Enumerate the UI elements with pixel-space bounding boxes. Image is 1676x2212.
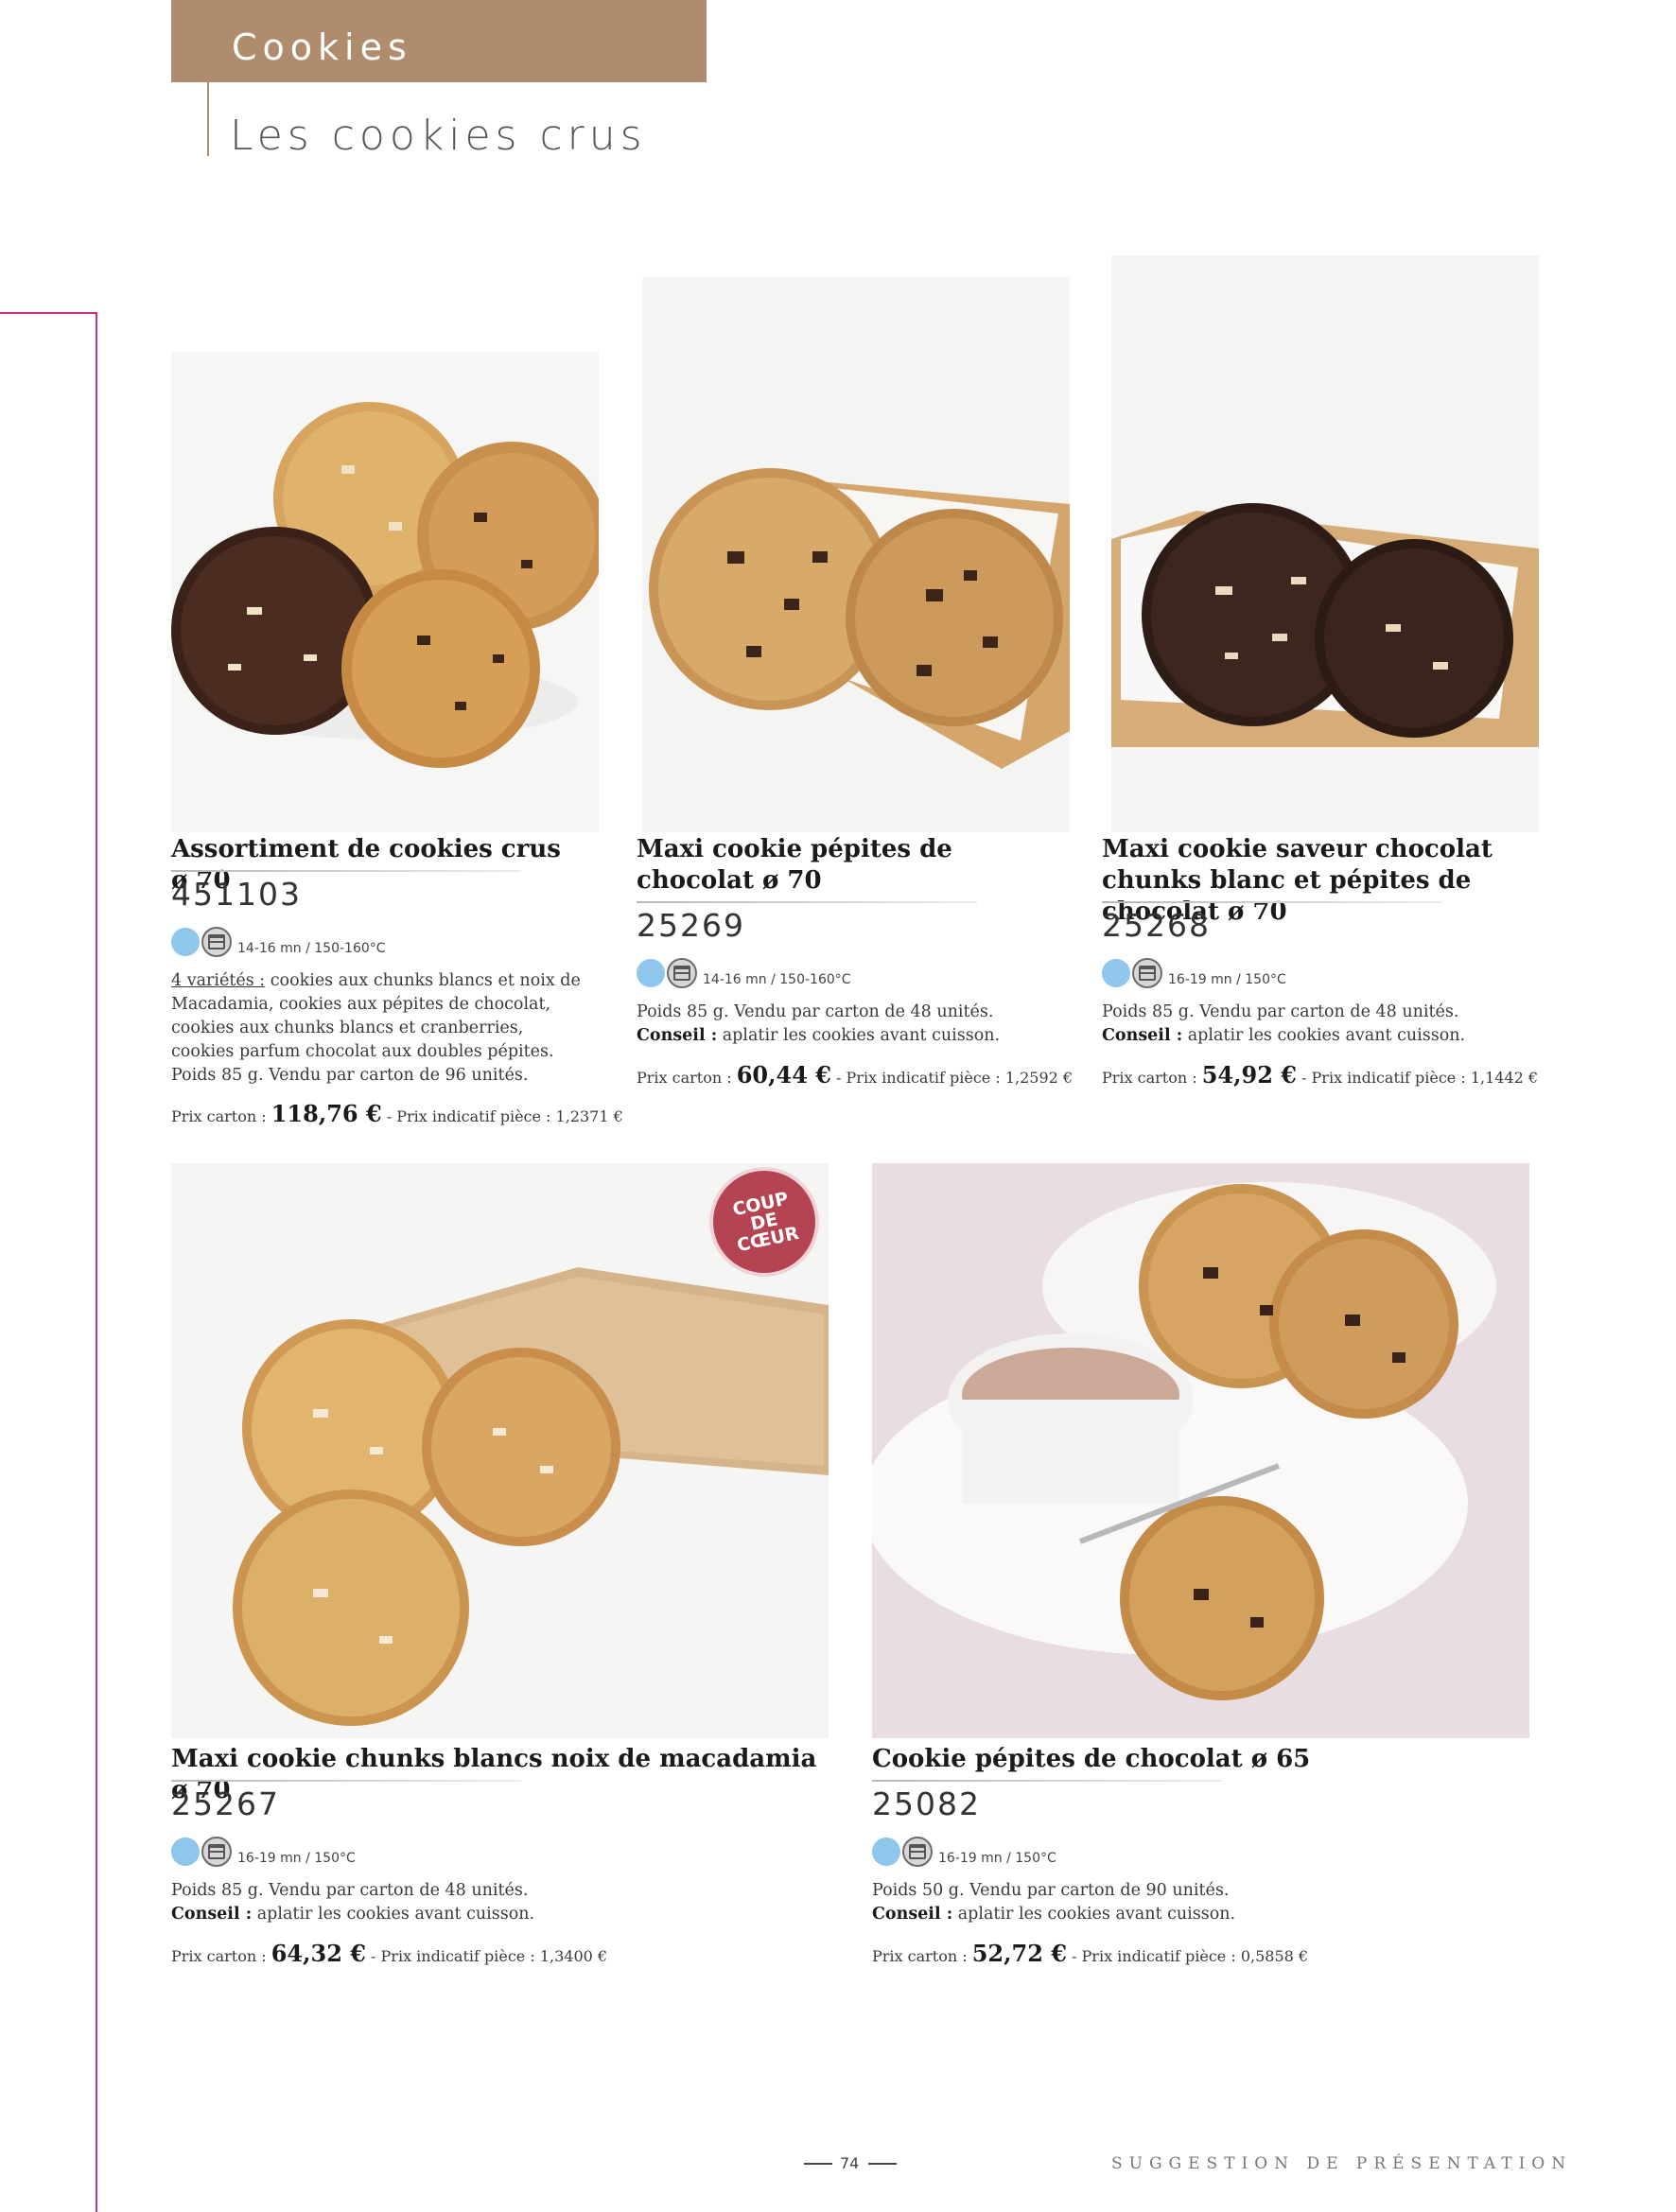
section-title: Cookies [232, 26, 412, 68]
price-label: Prix carton : [637, 1069, 732, 1087]
bake-time: 16-19 mn / 150°C [237, 1851, 356, 1866]
oven-icon [1132, 958, 1162, 988]
page-number: 74 [840, 2154, 860, 2172]
product-code: 25268 [1102, 907, 1211, 944]
product-type-dot-icon [872, 1838, 900, 1866]
product-photo [1111, 255, 1539, 832]
price-label: Prix carton : [171, 1107, 267, 1125]
price-label: Prix carton : [171, 1947, 267, 1965]
product-name: Maxi cookie pépites de chocolat ø 70 [637, 835, 952, 895]
carton-price: 52,72 € [971, 1940, 1067, 1967]
weight-text: Poids 85 g. Vendu par carton de 96 unité… [171, 1066, 529, 1085]
product-description: Poids 50 g. Vendu par carton de 90 unité… [872, 1879, 1345, 1926]
oven-icon [201, 1837, 232, 1867]
product-description: 4 variétés : cookies aux chunks blancs e… [171, 969, 587, 1088]
product-description: Poids 85 g. Vendu par carton de 48 unité… [171, 1879, 644, 1926]
price-line: Prix carton : 52,72 € - Prix indicatif p… [872, 1940, 1308, 1967]
product-description: Poids 85 g. Vendu par carton de 48 unité… [637, 1001, 1053, 1048]
product-rule [1102, 901, 1442, 903]
product-icons: 14-16 mn / 150-160°C [637, 958, 851, 988]
product-type-dot-icon [171, 1838, 200, 1866]
footer-note: SUGGESTION DE PRÉSENTATION [1111, 2154, 1573, 2173]
tip-label: Conseil : [1102, 1026, 1183, 1045]
product-photo [872, 1163, 1529, 1738]
footer-rule [868, 2163, 897, 2165]
margin-line [0, 312, 97, 314]
carton-price: 64,32 € [271, 1940, 366, 1967]
unit-price: - Prix indicatif pièce : 0,5858 € [1072, 1947, 1309, 1965]
product-type-dot-icon [1102, 959, 1130, 987]
product-icons: 14-16 mn / 150-160°C [171, 927, 386, 957]
product-description: Poids 85 g. Vendu par carton de 48 unité… [1102, 1001, 1518, 1048]
subtitle-rule [207, 82, 209, 156]
price-label: Prix carton : [872, 1947, 968, 1965]
product-photo [642, 277, 1070, 832]
carton-price: 54,92 € [1201, 1061, 1297, 1089]
product-name: Cookie pépites de chocolat ø 65 [872, 1745, 1311, 1773]
product-code: 25269 [637, 907, 745, 944]
product-icons: 16-19 mn / 150°C [1102, 958, 1286, 988]
varieties-label: 4 variétés : [171, 971, 266, 990]
oven-icon [667, 958, 697, 988]
tip-text: aplatir les cookies avant cuisson. [1187, 1026, 1466, 1045]
weight-text: Poids 85 g. Vendu par carton de 48 unité… [171, 1881, 529, 1900]
product-icons: 16-19 mn / 150°C [872, 1837, 1056, 1867]
tip-label: Conseil : [171, 1905, 253, 1924]
carton-price: 118,76 € [271, 1100, 382, 1127]
carton-price: 60,44 € [736, 1061, 831, 1089]
bake-time: 14-16 mn / 150-160°C [237, 941, 386, 956]
weight-text: Poids 50 g. Vendu par carton de 90 unité… [872, 1881, 1230, 1900]
unit-price: - Prix indicatif pièce : 1,2592 € [836, 1069, 1074, 1087]
product-type-dot-icon [171, 928, 200, 956]
unit-price: - Prix indicatif pièce : 1,3400 € [371, 1947, 608, 1965]
product-rule [637, 901, 977, 903]
product-code: 25267 [171, 1785, 280, 1822]
bake-time: 16-19 mn / 150°C [938, 1851, 1056, 1866]
product-code: 451103 [171, 876, 302, 913]
price-line: Prix carton : 60,44 € - Prix indicatif p… [637, 1061, 1073, 1089]
product-icons: 16-19 mn / 150°C [171, 1837, 356, 1867]
section-header: Cookies [171, 0, 707, 82]
unit-price: - Prix indicatif pièce : 1,1442 € [1301, 1069, 1539, 1087]
price-line: Prix carton : 64,32 € - Prix indicatif p… [171, 1940, 607, 1967]
tip-text: aplatir les cookies avant cuisson. [722, 1026, 1001, 1045]
weight-text: Poids 85 g. Vendu par carton de 48 unité… [1102, 1002, 1459, 1021]
bake-time: 14-16 mn / 150-160°C [703, 972, 851, 987]
product-rule [171, 1780, 521, 1782]
tip-text: aplatir les cookies avant cuisson. [957, 1905, 1236, 1924]
product-photo [171, 352, 599, 832]
price-line: Prix carton : 54,92 € - Prix indicatif p… [1102, 1061, 1538, 1089]
oven-icon [201, 927, 232, 957]
margin-line [96, 312, 97, 2212]
unit-price: - Prix indicatif pièce : 1,2371 € [386, 1107, 623, 1125]
product-rule [171, 870, 521, 872]
price-label: Prix carton : [1102, 1069, 1197, 1087]
oven-icon [902, 1837, 933, 1867]
product-type-dot-icon [637, 959, 665, 987]
product-code: 25082 [872, 1785, 981, 1822]
weight-text: Poids 85 g. Vendu par carton de 48 unité… [637, 1002, 994, 1021]
tip-label: Conseil : [872, 1905, 953, 1924]
bake-time: 16-19 mn / 150°C [1168, 972, 1286, 987]
tip-text: aplatir les cookies avant cuisson. [256, 1905, 535, 1924]
price-line: Prix carton : 118,76 € - Prix indicatif … [171, 1100, 623, 1127]
product-rule [872, 1780, 1222, 1782]
page-subtitle: Les cookies crus [230, 112, 647, 160]
tip-label: Conseil : [637, 1026, 718, 1045]
footer-rule [804, 2163, 832, 2165]
